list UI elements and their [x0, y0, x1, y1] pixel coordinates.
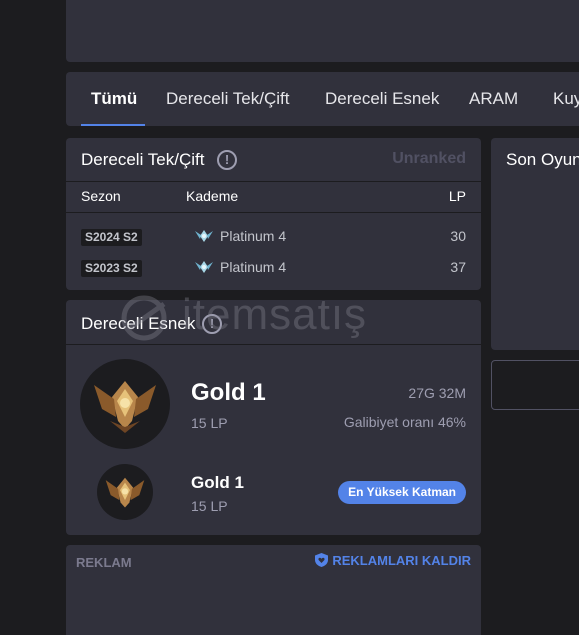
- tier-emblem-frame: [80, 359, 170, 449]
- divider: [66, 181, 481, 182]
- highest-tier-emblem-frame: [97, 464, 153, 520]
- tab-aram[interactable]: ARAM: [469, 72, 518, 126]
- shield-heart-icon: [315, 553, 329, 567]
- rank-status: Unranked: [392, 150, 466, 167]
- highest-tier: Gold 1: [191, 473, 244, 492]
- recent-games-filter-box[interactable]: [491, 360, 579, 410]
- current-tier: Gold 1: [191, 379, 266, 406]
- divider: [66, 344, 481, 345]
- season-badge: S2023 S2: [81, 260, 142, 277]
- lp-value: 37: [450, 259, 466, 275]
- win-loss-record: 27G 32M: [408, 385, 466, 401]
- current-lp: 15 LP: [191, 415, 228, 431]
- ad-card: REKLAM REKLAMLARI KALDIR: [66, 545, 481, 635]
- divider: [66, 212, 481, 213]
- win-rate: Galibiyet oranı 46%: [343, 414, 466, 430]
- platinum-emblem-icon: [195, 230, 213, 242]
- gold-emblem-icon: [105, 477, 145, 508]
- column-header-season: Sezon: [81, 188, 121, 204]
- card-title: Dereceli Tek/Çift: [81, 150, 205, 169]
- ranked-flex-card: Dereceli Esnek ! Gold 1 15 LP 27G 32M Ga…: [66, 300, 481, 535]
- remove-ads-link[interactable]: REKLAMLARI KALDIR: [315, 553, 471, 568]
- recent-games-card: Son Oyun: [491, 138, 579, 350]
- tab-ranked-solo[interactable]: Dereceli Tek/Çift: [166, 72, 289, 126]
- tier-name: Platinum 4: [220, 259, 287, 275]
- gold-emblem-icon: [94, 381, 156, 433]
- info-icon[interactable]: !: [217, 150, 237, 170]
- platinum-emblem-icon: [195, 261, 213, 273]
- queue-tabs: Tümü Dereceli Tek/Çift Dereceli Esnek AR…: [66, 72, 579, 126]
- highest-lp: 15 LP: [191, 498, 228, 514]
- info-icon[interactable]: !: [202, 314, 222, 334]
- top-panel: [66, 0, 579, 62]
- column-header-lp: LP: [448, 188, 466, 204]
- ranked-solo-card: Dereceli Tek/Çift ! Unranked Sezon Kadem…: [66, 138, 481, 290]
- tier-name: Platinum 4: [220, 228, 287, 244]
- column-header-tier: Kademe: [186, 188, 239, 204]
- season-badge: S2024 S2: [81, 229, 142, 246]
- recent-games-title: Son Oyun: [506, 150, 579, 169]
- card-title: Dereceli Esnek: [81, 314, 196, 333]
- tab-ranked-flex[interactable]: Dereceli Esnek: [325, 72, 439, 126]
- tab-all[interactable]: Tümü: [91, 72, 137, 126]
- highest-tier-badge: En Yüksek Katman: [338, 481, 466, 504]
- tab-custom[interactable]: Kuy: [553, 72, 579, 126]
- ad-label: REKLAM: [76, 555, 132, 570]
- lp-value: 30: [450, 228, 466, 244]
- remove-ads-label: REKLAMLARI KALDIR: [332, 553, 471, 568]
- active-tab-indicator: [81, 124, 145, 126]
